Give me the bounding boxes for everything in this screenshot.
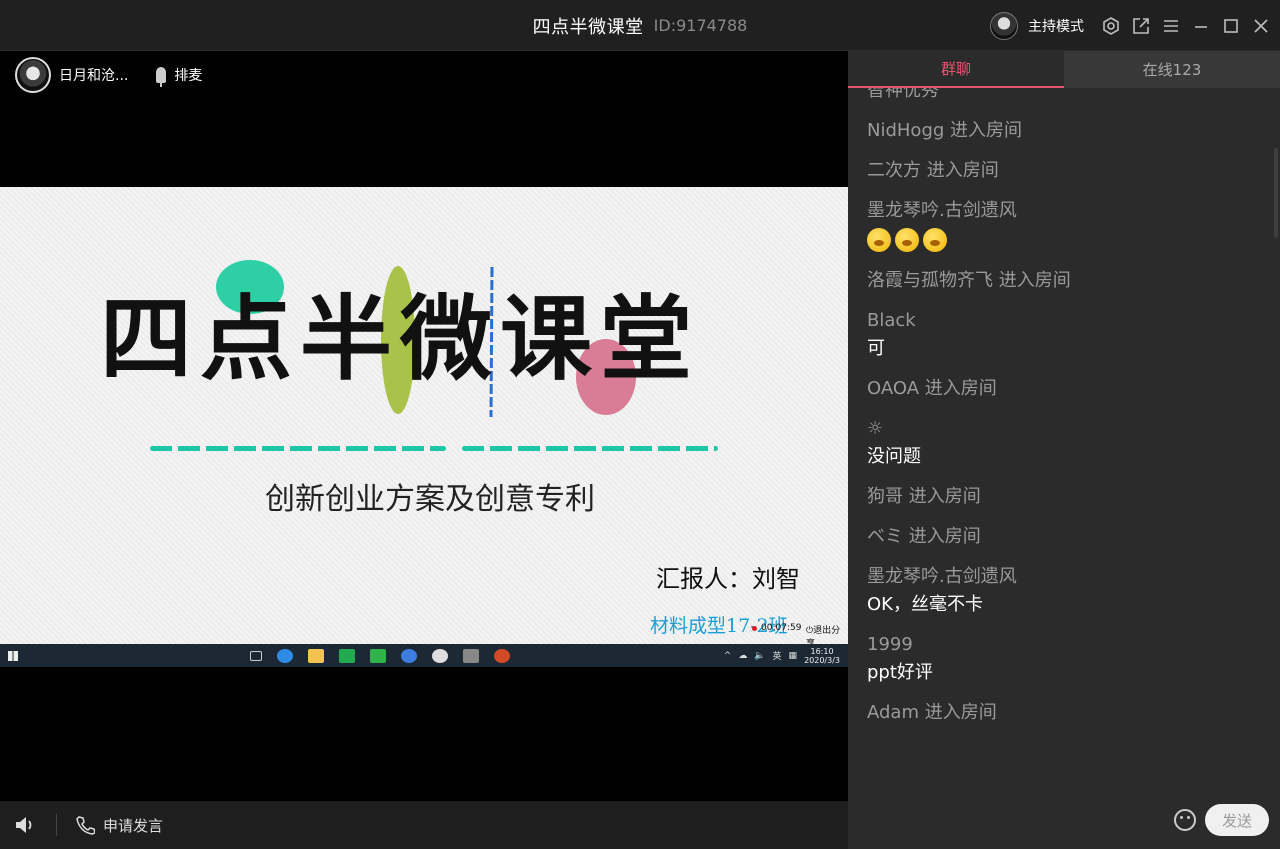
chat-message: 洛霞与孤物齐飞 进入房间 <box>867 270 1267 292</box>
message-text: 可 <box>867 338 885 359</box>
message-sender: 狗哥 进入房间 <box>867 486 981 507</box>
chat-message: ☼ 没问题 <box>867 418 1267 468</box>
queue-button[interactable]: 排麦 <box>156 65 203 87</box>
apply-speak-label: 申请发言 <box>103 816 164 835</box>
tab-group-chat[interactable]: 群聊 <box>848 51 1064 88</box>
popout-icon[interactable] <box>1126 0 1156 51</box>
chat-message: 智神优秀 <box>867 88 1267 102</box>
microphone-icon <box>156 67 167 87</box>
message-sender: 墨龙琴吟.古剑遗风 <box>867 200 1017 221</box>
chat-message: ベミ 进入房间 <box>867 526 1267 548</box>
chat-panel: 群聊 在线123 智神优秀 NidHogg 进入房间 二次方 进入房间 墨龙琴吟.古剑… <box>848 51 1280 849</box>
app-white-icon <box>432 648 448 663</box>
exit-share-button[interactable]: ⏻退出分享 <box>806 623 848 644</box>
chat-message: 墨龙琴吟.古剑遗风 <box>867 200 1267 252</box>
presenter-avatar[interactable] <box>15 57 51 93</box>
presenter-info: 日月和沧... 排麦 <box>15 57 202 93</box>
emoji-button[interactable] <box>1174 809 1196 831</box>
exit-share-label: 退出分享 <box>806 626 841 644</box>
windows-start-icon <box>8 650 18 661</box>
message-sender: 智神优秀 <box>867 88 939 101</box>
explorer-icon <box>308 648 324 663</box>
emoji-icon <box>923 228 947 252</box>
title-bar: 四点半微课堂 ID:9174788 主持模式 <box>0 0 1280 51</box>
message-sender: Adam 进入房间 <box>867 702 997 723</box>
message-sender: 墨龙琴吟.古剑遗风 <box>867 566 1017 587</box>
message-sender: ☼ <box>867 418 884 439</box>
message-sender: 洛霞与孤物齐飞 进入房间 <box>867 270 1071 291</box>
settings-icon[interactable] <box>1096 0 1126 51</box>
presenter-name: 日月和沧... <box>59 68 129 84</box>
send-button[interactable]: 发送 <box>1205 804 1269 836</box>
message-list[interactable]: 智神优秀 NidHogg 进入房间 二次方 进入房间 墨龙琴吟.古剑遗风 洛霞与孤物齐飞… <box>848 88 1280 801</box>
emoji-icon <box>895 228 919 252</box>
speaker-icon[interactable] <box>14 813 38 837</box>
panel-tabs: 群聊 在线123 <box>848 51 1280 88</box>
message-text: OK，丝毫不卡 <box>867 594 983 615</box>
tab-online[interactable]: 在线123 <box>1064 51 1280 88</box>
message-text: ppt好评 <box>867 662 933 683</box>
app-grey-icon <box>463 648 479 663</box>
chat-input[interactable] <box>860 803 1190 839</box>
chat-message: 狗哥 进入房间 <box>867 486 1267 508</box>
tray-clock: 16:10 2020/3/3 <box>804 647 840 665</box>
record-dot-icon <box>752 625 757 631</box>
toolbar-divider <box>56 814 57 836</box>
chat-message: 墨龙琴吟.古剑遗风 OK，丝毫不卡 <box>867 566 1267 616</box>
shared-slide: 四点半微课堂 创新创业方案及创意专利 汇报人：刘智 材料成型17-2班 00:0… <box>0 187 848 644</box>
slide-divider <box>462 446 718 451</box>
message-sender: OAOA 进入房间 <box>867 378 997 399</box>
queue-label: 排麦 <box>174 68 203 84</box>
app-screen-icon <box>370 648 386 663</box>
tray-chevron-icon: ^ <box>723 650 732 661</box>
chat-message: Black 可 <box>867 310 1267 360</box>
tray-time: 16:10 <box>810 646 834 656</box>
app-green-icon <box>339 648 355 663</box>
emoji-icon <box>867 228 891 252</box>
chat-message: Adam 进入房间 <box>867 702 1267 724</box>
tray-cloud-icon: ☁ <box>738 650 748 661</box>
stage-toolbar: 申请发言 <box>0 801 848 849</box>
edge-icon <box>277 648 293 663</box>
close-icon[interactable] <box>1246 0 1276 51</box>
tray-ime: 英 <box>772 652 782 662</box>
recording-indicator: 00:07:59 <box>752 623 801 633</box>
sogou-icon <box>401 648 417 663</box>
tray-grid-icon: ▦ <box>788 650 798 661</box>
chat-message: 二次方 进入房间 <box>867 160 1267 182</box>
room-title: 四点半微课堂 <box>532 16 644 38</box>
chat-message: 1999 ppt好评 <box>867 634 1267 684</box>
slide-subtitle: 创新创业方案及创意专利 <box>265 482 595 517</box>
room-id: ID:9174788 <box>653 16 748 35</box>
maximize-icon[interactable] <box>1216 0 1246 51</box>
powerpoint-icon <box>494 648 510 663</box>
message-text: 没问题 <box>867 446 921 467</box>
task-view-icon <box>250 650 262 661</box>
phone-icon <box>76 816 95 835</box>
message-sender: Black <box>867 310 916 331</box>
tray-volume-icon: 🔈 <box>754 650 766 661</box>
tray-date: 2020/3/3 <box>804 655 840 665</box>
slide-title: 四点半微课堂 <box>100 286 701 393</box>
message-sender: ベミ 进入房间 <box>867 526 981 547</box>
host-mode-label[interactable]: 主持模式 <box>1028 16 1084 36</box>
record-time: 00:07:59 <box>761 623 802 633</box>
host-avatar[interactable] <box>990 11 1018 40</box>
menu-icon[interactable] <box>1156 0 1186 51</box>
message-sender: 二次方 进入房间 <box>867 160 999 181</box>
chat-input-bar: 发送 <box>848 801 1280 849</box>
message-sender: NidHogg 进入房间 <box>867 120 1023 141</box>
scrollbar[interactable] <box>1274 148 1278 238</box>
slide-reporter: 汇报人：刘智 <box>656 565 800 593</box>
minimize-icon[interactable] <box>1186 0 1216 51</box>
shared-windows-taskbar: ^ ☁ 🔈 英 ▦ 16:10 2020/3/3 <box>0 644 848 667</box>
slide-divider <box>150 446 446 451</box>
chat-message: NidHogg 进入房间 <box>867 120 1267 142</box>
chat-message: OAOA 进入房间 <box>867 378 1267 400</box>
video-stage: 日月和沧... 排麦 四点半微课堂 创新创业方案及创意专利 汇报人：刘智 材料成… <box>0 51 848 802</box>
emoji-row <box>867 228 1267 252</box>
system-tray: ^ ☁ 🔈 英 ▦ 16:10 2020/3/3 <box>724 644 840 667</box>
apply-speak-button[interactable]: 申请发言 <box>75 815 163 836</box>
message-sender: 1999 <box>867 634 913 655</box>
